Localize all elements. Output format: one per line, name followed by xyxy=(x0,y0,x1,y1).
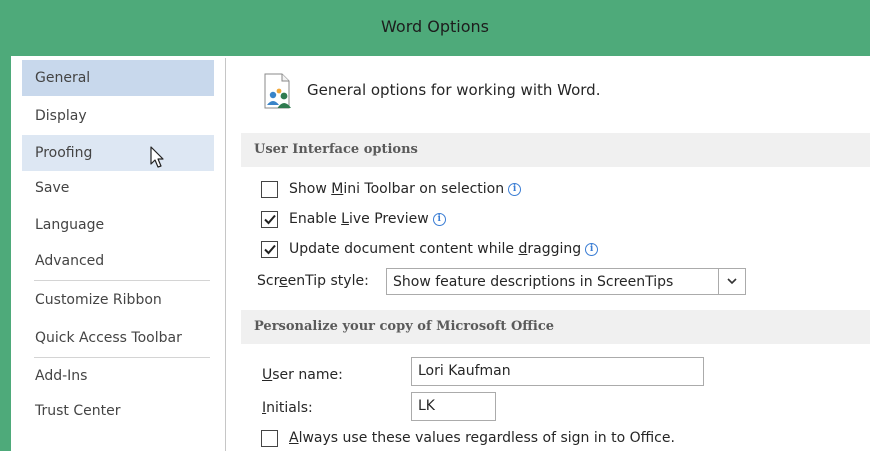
always-use-label: Always use these values regardless of si… xyxy=(289,430,675,446)
initials-label: Initials: xyxy=(262,400,313,416)
info-icon[interactable]: i xyxy=(508,182,522,196)
info-icon[interactable]: i xyxy=(432,212,446,226)
live-preview-option[interactable]: Enable Live Preview i xyxy=(261,208,446,230)
section-header-ui-options: User Interface options xyxy=(241,133,870,167)
sidebar-item-advanced[interactable]: Advanced xyxy=(22,243,214,279)
user-name-field[interactable]: Lori Kaufman xyxy=(411,357,704,386)
sidebar-item-quick-access-toolbar[interactable]: Quick Access Toolbar xyxy=(22,320,214,356)
update-while-dragging-label: Update document content while dragging xyxy=(289,241,582,257)
live-preview-checkbox[interactable] xyxy=(261,210,278,228)
window-title: Word Options xyxy=(381,17,489,36)
update-while-dragging-checkbox[interactable] xyxy=(261,240,278,258)
screentip-style-value: Show feature descriptions in ScreenTips xyxy=(393,274,674,290)
section-header-personalize: Personalize your copy of Microsoft Offic… xyxy=(241,310,870,344)
sidebar-item-add-ins[interactable]: Add-Ins xyxy=(22,358,214,394)
general-options-icon xyxy=(264,73,291,109)
live-preview-label: Enable Live Preview xyxy=(289,211,429,227)
page-title: General options for working with Word. xyxy=(307,81,601,99)
sidebar-item-general[interactable]: General xyxy=(22,60,214,96)
title-bar: Word Options xyxy=(0,0,870,56)
window-frame-left xyxy=(0,56,11,451)
sidebar-item-save[interactable]: Save xyxy=(22,170,214,206)
mini-toolbar-checkbox[interactable] xyxy=(261,180,278,198)
initials-field[interactable]: LK xyxy=(411,392,496,421)
checkmark-icon xyxy=(263,244,276,254)
user-name-label: User name: xyxy=(262,367,343,383)
sidebar-item-trust-center[interactable]: Trust Center xyxy=(22,393,214,429)
sidebar-item-customize-ribbon[interactable]: Customize Ribbon xyxy=(22,282,214,318)
sidebar-item-proofing[interactable]: Proofing xyxy=(22,135,214,171)
update-while-dragging-option[interactable]: Update document content while dragging i xyxy=(261,238,599,260)
screentip-style-label: ScreenTip style: xyxy=(257,273,369,289)
sidebar-item-language[interactable]: Language xyxy=(22,207,214,243)
always-use-option[interactable]: Always use these values regardless of si… xyxy=(261,427,675,449)
sidebar-item-display[interactable]: Display xyxy=(22,98,214,134)
info-icon[interactable]: i xyxy=(585,242,599,256)
always-use-checkbox[interactable] xyxy=(261,429,278,447)
mini-toolbar-label: Show Mini Toolbar on selection xyxy=(289,181,505,197)
chevron-down-icon[interactable] xyxy=(718,269,745,294)
screentip-style-select[interactable]: Show feature descriptions in ScreenTips xyxy=(386,268,746,295)
sidebar-divider xyxy=(34,280,210,281)
mini-toolbar-option[interactable]: Show Mini Toolbar on selection i xyxy=(261,178,522,200)
checkmark-icon xyxy=(263,214,276,224)
mouse-cursor-icon xyxy=(150,146,164,168)
